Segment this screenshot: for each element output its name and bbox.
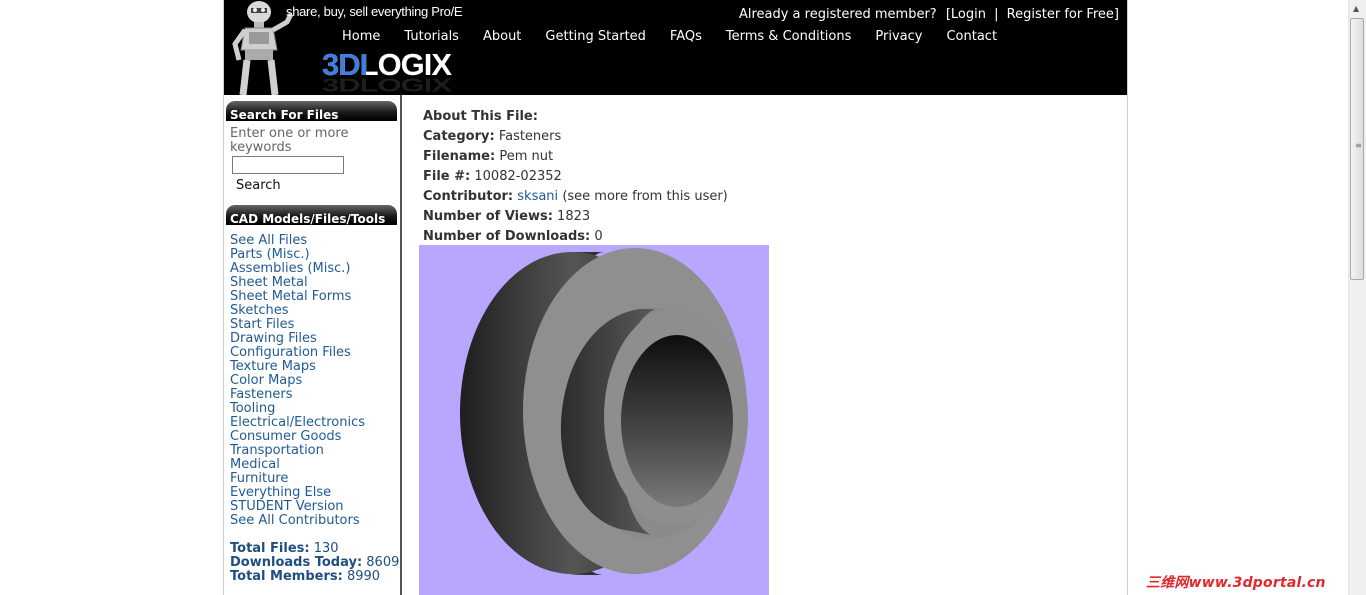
file-name-row: Filename: Pem nut [423, 149, 554, 164]
cad-link-parts[interactable]: Parts (Misc.) [230, 247, 310, 262]
search-input[interactable] [232, 156, 344, 174]
watermark: 三维网www.3dportal.cn [1146, 575, 1326, 591]
contributor-link[interactable]: sksani [517, 189, 558, 204]
cad-link-drawing-files[interactable]: Drawing Files [230, 331, 317, 346]
list-item: Assemblies (Misc.) [230, 262, 400, 276]
account-separator: | [994, 7, 999, 22]
cad-link-furniture[interactable]: Furniture [230, 471, 288, 486]
list-item: Transportation [230, 444, 400, 458]
nav-privacy[interactable]: Privacy [875, 29, 922, 44]
svg-text:3DLOGIX: 3DLOGIX [322, 76, 452, 94]
cad-link-sheet-metal[interactable]: Sheet Metal [230, 275, 308, 290]
file-contributor-row: Contributor: sksani (see more from this … [423, 189, 728, 204]
cad-link-start-files[interactable]: Start Files [230, 317, 294, 332]
scroll-thumb[interactable]: ≡ [1350, 18, 1364, 280]
list-item: Sketches [230, 304, 400, 318]
cad-link-transportation[interactable]: Transportation [230, 443, 324, 458]
list-item: Electrical/Electronics [230, 416, 400, 430]
sidebar: Search For Files Enter one or more keywo… [224, 95, 402, 595]
cad-link-texture-maps[interactable]: Texture Maps [230, 359, 316, 374]
search-hint: Enter one or more keywords [230, 126, 349, 155]
list-item: Everything Else [230, 486, 400, 500]
cad-heading: CAD Models/Files/Tools [226, 205, 397, 226]
stat-total-members: Total Members: 8990 [230, 569, 381, 584]
list-item: Fasteners [230, 388, 400, 402]
site-header: share, buy, sell everything Pro/E Alread… [224, 0, 1127, 95]
list-item: Consumer Goods [230, 430, 400, 444]
file-number: 10082-02352 [474, 169, 562, 184]
file-downloads-row: Number of Downloads: 0 [423, 229, 603, 244]
search-heading: Search For Files [226, 101, 397, 122]
nav-about[interactable]: About [483, 29, 521, 44]
scroll-up-arrow-icon[interactable]: ▲ [1353, 4, 1359, 13]
model-preview-image [419, 245, 769, 595]
cad-link-student-version[interactable]: STUDENT Version [230, 499, 344, 514]
file-category: Fasteners [498, 129, 562, 144]
stat-total-files: Total Files: 130 [230, 541, 339, 556]
stat-downloads-today: Downloads Today: 8609 [230, 555, 400, 570]
file-name: Pem nut [499, 149, 554, 164]
nav-faqs[interactable]: FAQs [670, 29, 702, 44]
account-links: Already a registered member? [Login | Re… [739, 7, 1119, 22]
cad-link-sheet-metal-forms[interactable]: Sheet Metal Forms [230, 289, 351, 304]
cad-link-electrical[interactable]: Electrical/Electronics [230, 415, 365, 430]
list-item: Parts (Misc.) [230, 248, 400, 262]
site-logo[interactable]: 3DLOGIX 3DLOGIX 3DLOGIX [322, 46, 472, 94]
account-prompt: Already a registered member? [738, 7, 937, 22]
cad-link-tooling[interactable]: Tooling [230, 401, 275, 416]
file-details: About This File: Category: Fasteners Fil… [419, 107, 1113, 595]
nav-home[interactable]: Home [342, 29, 380, 44]
file-number-row: File #: 10082-02352 [423, 169, 562, 184]
file-info-heading: About This File: [423, 109, 538, 124]
scroll-grip-icon: ≡ [1355, 141, 1362, 150]
file-views: 1823 [557, 209, 591, 224]
nav-getting-started[interactable]: Getting Started [545, 29, 646, 44]
search-button[interactable]: Search [236, 178, 281, 193]
cad-link-configuration-files[interactable]: Configuration Files [230, 345, 351, 360]
list-item: Medical [230, 458, 400, 472]
register-link[interactable]: Register for Free] [1007, 7, 1119, 22]
cad-link-color-maps[interactable]: Color Maps [230, 373, 302, 388]
list-item: Color Maps [230, 374, 400, 388]
cad-link-see-all-contributors[interactable]: See All Contributors [230, 513, 360, 528]
search-panel: Enter one or more keywords Search [224, 121, 400, 194]
nav-tutorials[interactable]: Tutorials [404, 29, 459, 44]
list-item: STUDENT Version [230, 500, 400, 514]
list-item: Drawing Files [230, 332, 400, 346]
login-link[interactable]: [Login [946, 7, 986, 22]
cad-link-see-all-files[interactable]: See All Files [230, 233, 307, 248]
site-stats: Total Files: 130 Downloads Today: 8609 T… [224, 528, 400, 584]
list-item: Furniture [230, 472, 400, 486]
nav-contact[interactable]: Contact [946, 29, 997, 44]
list-item: Sheet Metal [230, 276, 400, 290]
cad-category-list: See All Files Parts (Misc.) Assemblies (… [224, 225, 400, 528]
nav-terms[interactable]: Terms & Conditions [726, 29, 852, 44]
contributor-more-text: (see more from this user) [562, 189, 728, 204]
file-views-row: Number of Views: 1823 [423, 209, 591, 224]
file-downloads: 0 [594, 229, 603, 244]
list-item: Sheet Metal Forms [230, 290, 400, 304]
cad-link-fasteners[interactable]: Fasteners [230, 387, 292, 402]
page-container: share, buy, sell everything Pro/E Alread… [223, 0, 1128, 595]
file-category-row: Category: Fasteners [423, 129, 562, 144]
list-item: See All Contributors [230, 514, 400, 528]
cad-link-everything-else[interactable]: Everything Else [230, 485, 331, 500]
cad-link-consumer-goods[interactable]: Consumer Goods [230, 429, 341, 444]
page-scrollbar[interactable]: ▲ ≡ [1348, 0, 1366, 595]
cad-link-sketches[interactable]: Sketches [230, 303, 289, 318]
list-item: Configuration Files [230, 346, 400, 360]
site-tagline: share, buy, sell everything Pro/E [286, 4, 463, 19]
cad-link-medical[interactable]: Medical [230, 457, 280, 472]
list-item: Texture Maps [230, 360, 400, 374]
list-item: See All Files [230, 234, 400, 248]
list-item: Start Files [230, 318, 400, 332]
cad-link-assemblies[interactable]: Assemblies (Misc.) [230, 261, 351, 276]
list-item: Tooling [230, 402, 400, 416]
